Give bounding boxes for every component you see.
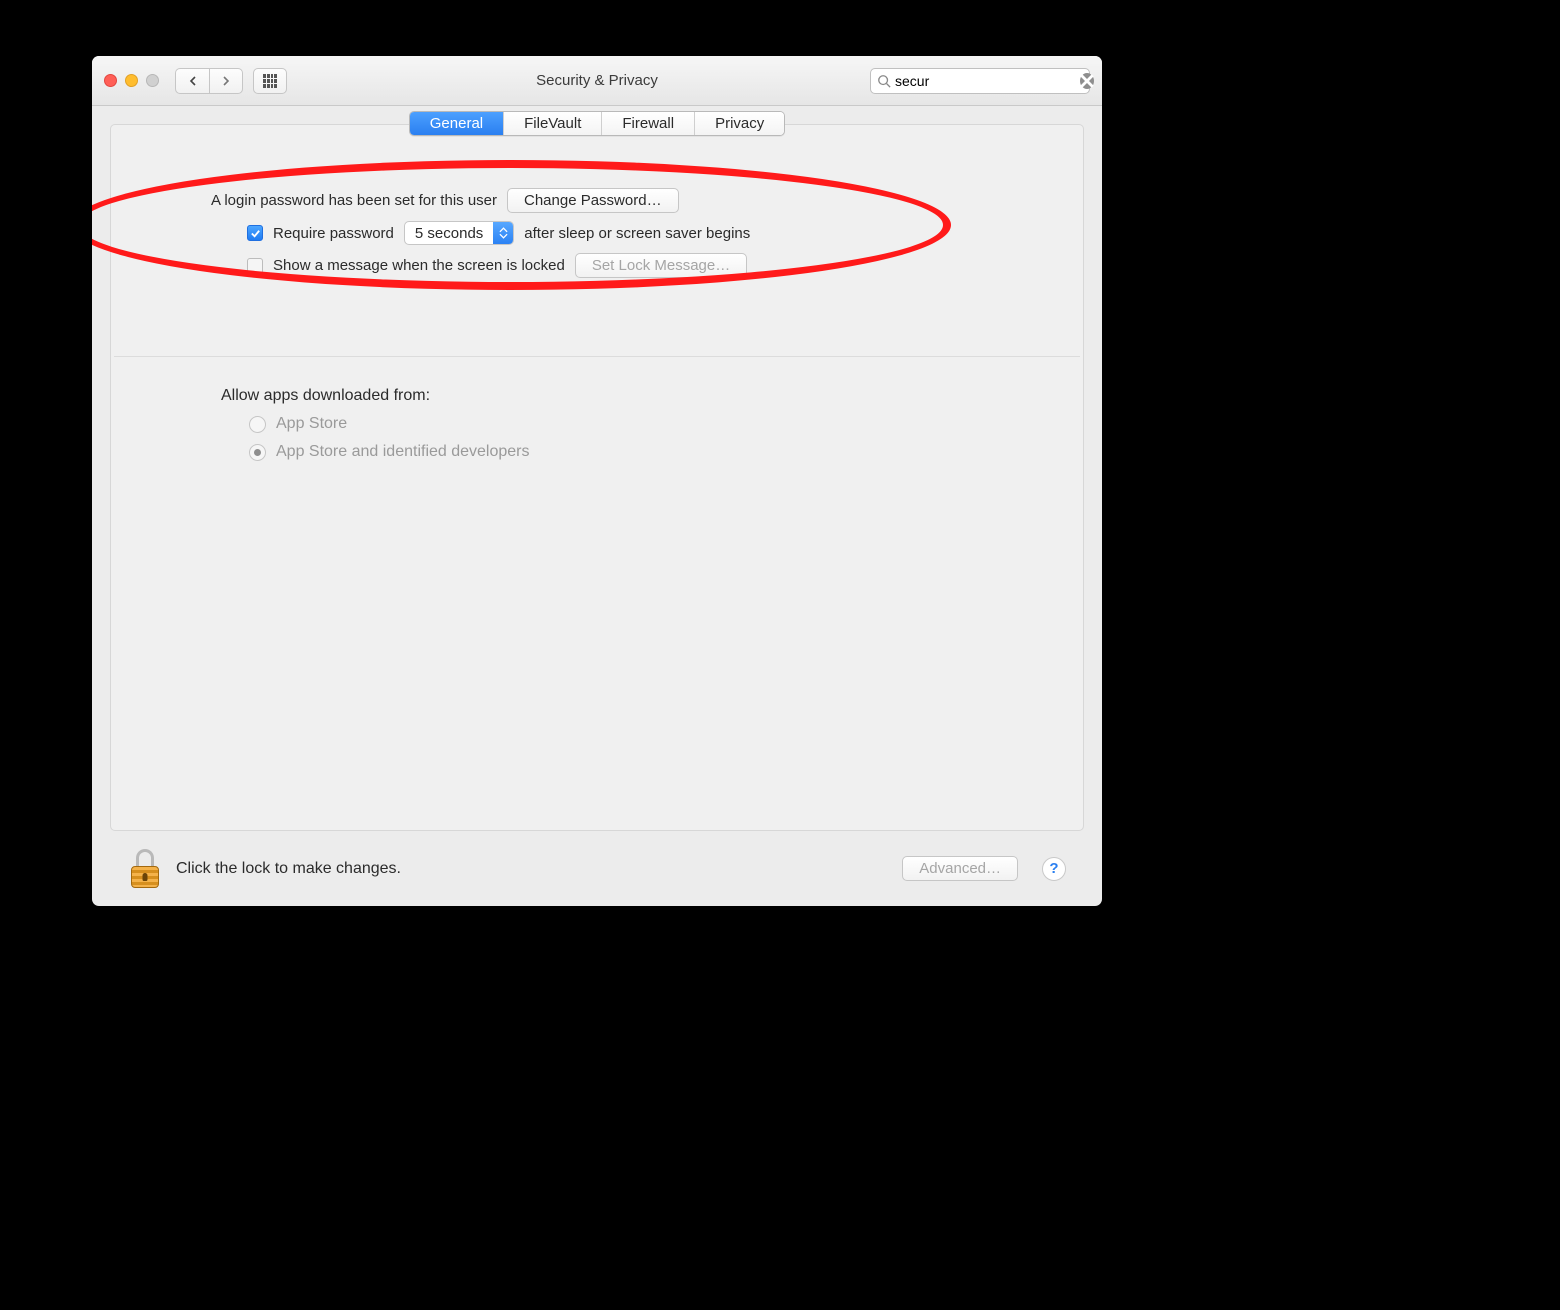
show-message-label: Show a message when the screen is locked (273, 257, 565, 274)
allow-appstore-radio (249, 416, 266, 433)
allow-apps-section: Allow apps downloaded from: App Store Ap… (111, 357, 1083, 481)
grid-icon (263, 74, 277, 88)
lock-body-icon (131, 866, 159, 888)
require-password-delay-value: 5 seconds (405, 222, 493, 244)
tab-privacy[interactable]: Privacy (695, 112, 784, 135)
change-password-button[interactable]: Change Password… (507, 188, 679, 213)
lock-shackle-icon (136, 849, 154, 867)
allow-identified-label: App Store and identified developers (276, 443, 530, 461)
x-icon (1080, 74, 1094, 88)
require-password-label: Require password (273, 225, 394, 242)
allow-appstore-label: App Store (276, 415, 347, 433)
lock-hint-text: Click the lock to make changes. (176, 860, 401, 878)
show-all-button[interactable] (253, 68, 287, 94)
nav-buttons (175, 68, 243, 94)
allow-identified-radio (249, 444, 266, 461)
minimize-window-button[interactable] (125, 74, 138, 87)
search-field[interactable] (870, 68, 1090, 94)
general-section: A login password has been set for this u… (111, 150, 1083, 296)
clear-search-button[interactable] (1080, 73, 1094, 89)
allow-apps-heading: Allow apps downloaded from: (221, 387, 1003, 405)
footer: Click the lock to make changes. Advanced… (110, 831, 1084, 906)
lock-button[interactable] (128, 850, 162, 888)
forward-button (209, 68, 243, 94)
back-button[interactable] (175, 68, 209, 94)
login-password-text: A login password has been set for this u… (211, 192, 497, 209)
show-message-checkbox[interactable] (247, 258, 263, 274)
require-password-delay-popup[interactable]: 5 seconds (404, 221, 514, 245)
search-icon (877, 74, 891, 88)
advanced-button[interactable]: Advanced… (902, 856, 1018, 881)
require-password-after-text: after sleep or screen saver begins (524, 225, 750, 242)
tab-filevault[interactable]: FileVault (504, 112, 602, 135)
chevron-left-icon (188, 76, 198, 86)
preferences-window: Security & Privacy General FileVault Fir… (92, 56, 1102, 906)
tab-bar: General FileVault Firewall Privacy (409, 111, 786, 136)
help-button[interactable]: ? (1042, 857, 1066, 881)
set-lock-message-button: Set Lock Message… (575, 253, 747, 278)
settings-panel: General FileVault Firewall Privacy A log… (110, 124, 1084, 831)
titlebar: Security & Privacy (92, 56, 1102, 106)
check-icon (250, 228, 261, 239)
content-area: General FileVault Firewall Privacy A log… (92, 106, 1102, 906)
search-input[interactable] (891, 73, 1080, 89)
window-controls (104, 74, 159, 87)
zoom-window-button (146, 74, 159, 87)
require-password-checkbox[interactable] (247, 225, 263, 241)
tab-firewall[interactable]: Firewall (602, 112, 695, 135)
close-window-button[interactable] (104, 74, 117, 87)
chevron-right-icon (221, 76, 231, 86)
tab-general[interactable]: General (410, 112, 504, 135)
updown-arrows-icon (493, 222, 513, 244)
